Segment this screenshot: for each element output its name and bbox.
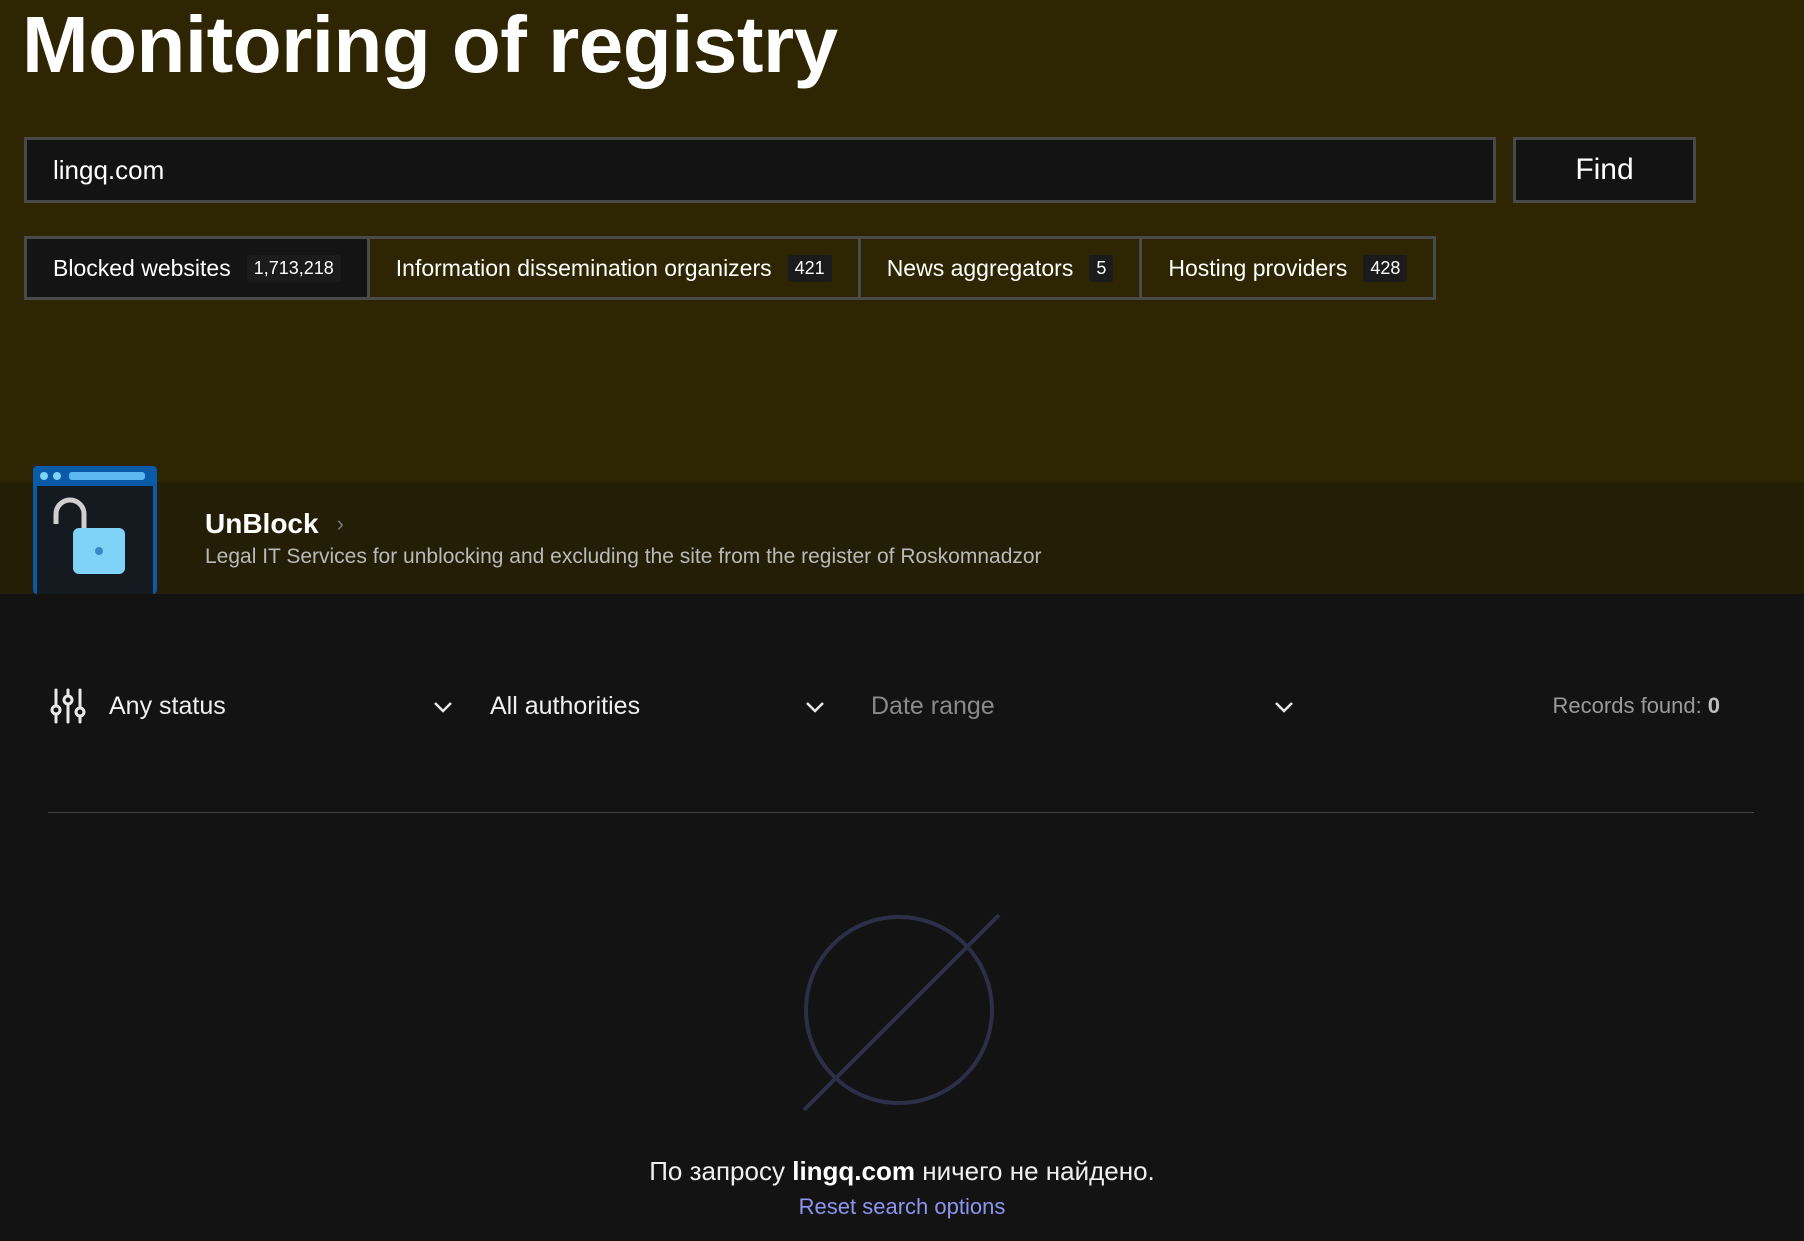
reset-search-link[interactable]: Reset search options	[0, 1194, 1804, 1220]
empty-state-prefix: По запросу	[649, 1156, 785, 1186]
tab-information-dissemination-organizers[interactable]: Information dissemination organizers 421	[370, 239, 861, 297]
tab-count-badge: 421	[787, 254, 832, 282]
promo-title: UnBlock	[205, 508, 319, 539]
empty-state-message: По запросу lingq.com ничего не найдено.	[0, 1156, 1804, 1187]
find-button[interactable]: Find	[1513, 137, 1696, 203]
hero-section: Monitoring of registry Find Blocked webs…	[0, 0, 1804, 482]
promo-description: Legal IT Services for unblocking and exc…	[205, 545, 1042, 568]
promo-title-link[interactable]: UnBlock ›	[205, 508, 344, 540]
sliders-icon[interactable]	[50, 688, 86, 724]
chevron-down-icon	[434, 702, 452, 713]
tab-news-aggregators[interactable]: News aggregators 5	[861, 239, 1143, 297]
tab-label: News aggregators	[886, 254, 1074, 281]
tab-blocked-websites[interactable]: Blocked websites 1,713,218	[27, 239, 370, 297]
empty-state-query: lingq.com	[792, 1156, 915, 1186]
unlocked-padlock-icon	[33, 466, 157, 594]
tab-label: Blocked websites	[53, 254, 231, 281]
records-found: Records found: 0	[1553, 686, 1720, 726]
tab-label: Information dissemination organizers	[395, 254, 772, 281]
tab-count-badge: 5	[1089, 254, 1114, 282]
tab-count-badge: 1,713,218	[246, 254, 341, 282]
date-range-picker[interactable]: Date range	[871, 686, 1301, 726]
records-found-label: Records found:	[1552, 693, 1702, 718]
chevron-right-icon: ›	[336, 511, 344, 536]
tab-label: Hosting providers	[1168, 254, 1348, 281]
tab-count-badge: 428	[1363, 254, 1408, 282]
chevron-down-icon	[1275, 702, 1293, 713]
authority-select[interactable]: All authorities	[490, 686, 830, 726]
page-title: Monitoring of registry	[22, 0, 838, 89]
empty-state-suffix: ничего не найдено.	[922, 1156, 1155, 1186]
chevron-down-icon	[806, 702, 824, 713]
registry-tabs: Blocked websites 1,713,218 Information d…	[24, 236, 1437, 300]
records-found-count: 0	[1707, 693, 1720, 718]
tab-hosting-providers[interactable]: Hosting providers 428	[1142, 239, 1433, 297]
status-select[interactable]: Any status	[109, 686, 452, 726]
search-input[interactable]	[24, 137, 1496, 203]
date-range-placeholder: Date range	[871, 691, 995, 720]
status-select-value: Any status	[109, 691, 226, 720]
filter-bar: Any status All authorities Date range Re…	[50, 686, 1720, 726]
authority-select-value: All authorities	[490, 691, 641, 720]
empty-set-icon	[802, 913, 1001, 1112]
divider	[48, 812, 1754, 813]
